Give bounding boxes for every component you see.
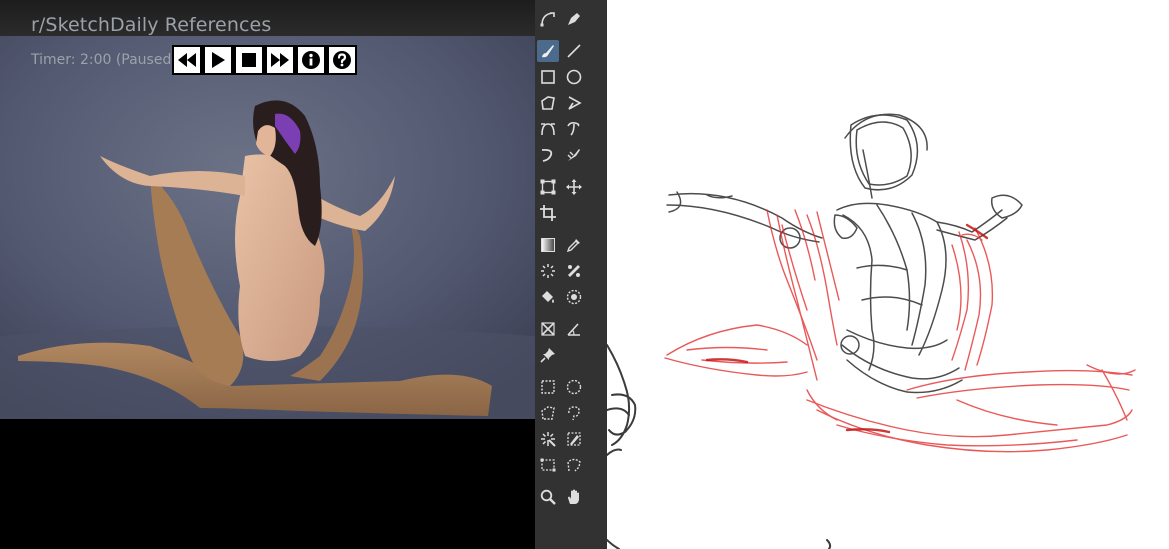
pan-icon — [568, 489, 579, 504]
magnetic-select-tool[interactable] — [563, 454, 585, 476]
freehand-select-icon — [568, 406, 580, 421]
fast-forward-button[interactable] — [265, 45, 295, 75]
fill-icon — [568, 265, 580, 277]
fill-tool[interactable] — [537, 286, 559, 308]
play-button[interactable] — [203, 45, 233, 75]
drawing-canvas[interactable] — [607, 0, 1169, 549]
fast-forward-icon — [271, 53, 289, 67]
stop-button[interactable] — [234, 45, 264, 75]
dynamic-brush-icon — [541, 148, 553, 162]
info-icon — [302, 51, 320, 69]
freehand-path-icon — [567, 122, 580, 136]
bezier-tool-icon — [541, 123, 555, 136]
stop-icon — [242, 53, 256, 67]
reference-title: r/SketchDaily References — [31, 14, 272, 36]
multibrush-tool[interactable] — [563, 144, 585, 166]
bezier-select-icon — [540, 458, 556, 472]
magnetic-select-icon — [567, 458, 581, 472]
multibrush-icon — [567, 149, 580, 161]
similar-color-select-icon — [567, 432, 581, 446]
smart-patch-icon — [541, 264, 555, 278]
freehand-select-tool[interactable] — [563, 402, 585, 424]
polygon-select-icon — [541, 406, 555, 420]
tool-palette — [535, 0, 607, 549]
transform-tool[interactable] — [537, 176, 559, 198]
rewind-button[interactable] — [172, 45, 202, 75]
rewind-icon — [178, 53, 196, 67]
ellipse-select-tool[interactable] — [563, 376, 585, 398]
pen-tool[interactable] — [563, 8, 585, 30]
bezier-curve-tool[interactable] — [537, 8, 559, 30]
fill-icon — [542, 291, 554, 303]
freehand-brush-icon — [542, 45, 554, 58]
help-icon — [333, 51, 351, 69]
reference-pin-icon — [540, 348, 555, 363]
transform-icon — [540, 179, 556, 195]
color-picker-icon — [566, 239, 580, 253]
measure-tool[interactable] — [563, 318, 585, 340]
crop-icon — [540, 205, 556, 221]
polygon-icon — [541, 96, 555, 110]
contiguous-select-tool[interactable] — [537, 428, 559, 450]
assistant-icon — [541, 322, 555, 336]
reference-header: r/SketchDaily References — [0, 0, 535, 36]
play-icon — [212, 52, 225, 68]
line-icon — [567, 44, 581, 58]
ellipse-tool[interactable] — [563, 66, 585, 88]
polygon-tool[interactable] — [537, 92, 559, 114]
bezier-select-tool[interactable] — [537, 454, 559, 476]
rectangle-tool[interactable] — [537, 66, 559, 88]
move-icon — [566, 179, 582, 195]
color-picker-tool[interactable] — [563, 234, 585, 256]
playback-controls — [172, 45, 357, 75]
measure-icon — [567, 323, 580, 336]
similar-fill-tool[interactable] — [563, 260, 585, 282]
enclose-fill-icon — [566, 289, 582, 305]
help-button[interactable] — [327, 45, 357, 75]
polyline-icon — [568, 96, 582, 110]
rect-select-tool[interactable] — [537, 376, 559, 398]
reference-window: r/SketchDaily References Timer: 2:00 (Pa… — [0, 0, 535, 549]
crop-tool[interactable] — [537, 202, 559, 224]
ellipse-icon — [566, 69, 582, 85]
ellipse-select-icon — [566, 379, 582, 395]
gradient-icon — [541, 238, 555, 252]
rectangle-icon — [541, 70, 555, 84]
similar-color-select-tool[interactable] — [563, 428, 585, 450]
reference-pin-tool[interactable] — [537, 344, 559, 366]
rect-select-icon — [541, 380, 555, 394]
zoom-tool[interactable] — [537, 486, 559, 508]
zoom-icon — [540, 489, 556, 505]
pen-icon — [568, 13, 580, 25]
bezier-curve-icon — [540, 12, 555, 27]
dynamic-brush-tool[interactable] — [537, 144, 559, 166]
enclose-fill-tool[interactable] — [563, 286, 585, 308]
bezier-tool[interactable] — [537, 118, 559, 140]
pan-tool[interactable] — [563, 486, 585, 508]
line-tool[interactable] — [563, 40, 585, 62]
reference-photo — [0, 36, 535, 419]
freehand-brush-tool[interactable] — [537, 40, 559, 62]
smart-patch-tool[interactable] — [537, 260, 559, 282]
gradient-tool[interactable] — [537, 234, 559, 256]
info-button[interactable] — [296, 45, 326, 75]
timer-label: Timer: 2:00 (Paused) — [31, 52, 177, 68]
polyline-tool[interactable] — [563, 92, 585, 114]
contiguous-select-icon — [541, 432, 556, 447]
assistant-tool[interactable] — [537, 318, 559, 340]
freehand-path-tool[interactable] — [563, 118, 585, 140]
move-tool[interactable] — [563, 176, 585, 198]
polygon-select-tool[interactable] — [537, 402, 559, 424]
